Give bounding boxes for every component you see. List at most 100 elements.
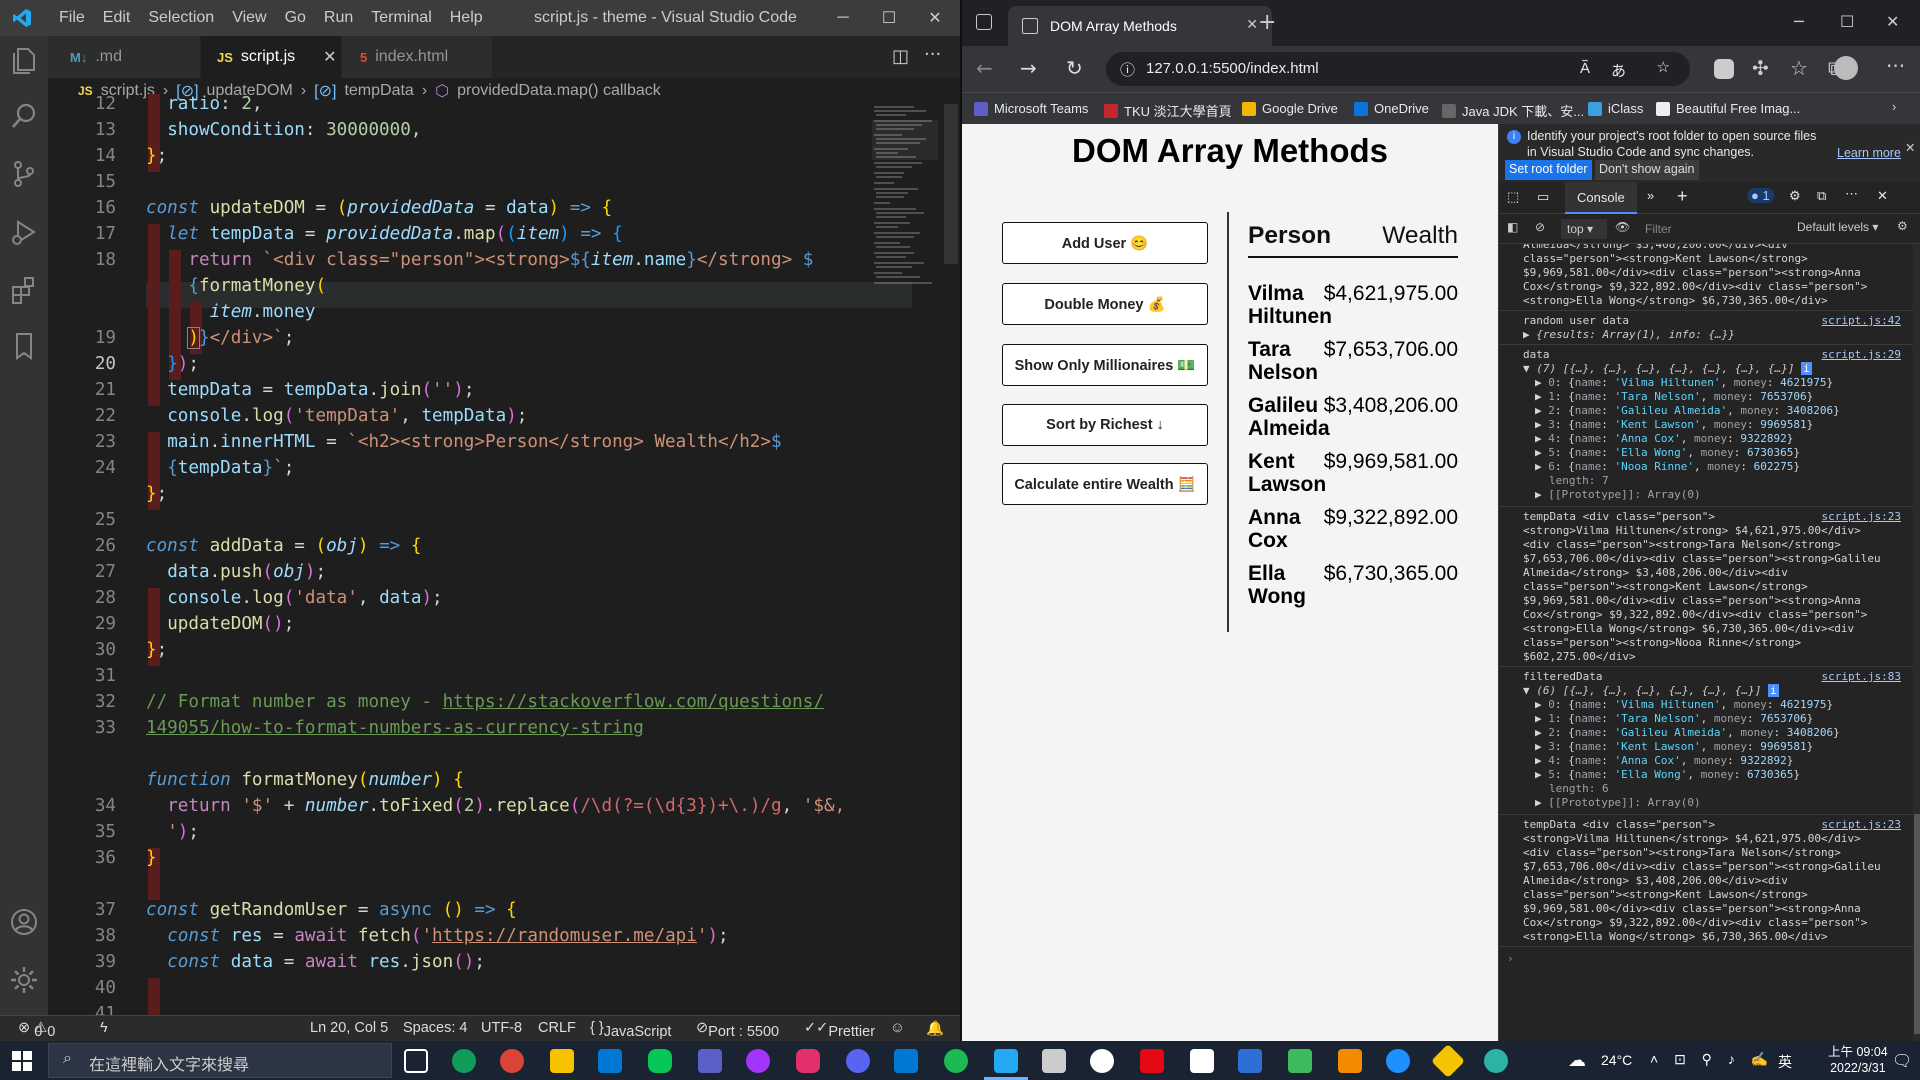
refresh-icon[interactable]: ↻ [1066, 56, 1083, 80]
tab-close-icon[interactable]: ✕ [1246, 16, 1258, 33]
netflix-icon[interactable] [1140, 1049, 1164, 1073]
vscode-taskbar-icon[interactable] [994, 1049, 1018, 1073]
tab-index-html[interactable]: 5 index.html [342, 36, 492, 78]
notifications-bell-icon[interactable]: 🔔 [926, 1020, 944, 1037]
inspect-element-icon[interactable]: ⬚ [1507, 189, 1519, 205]
extensions-puzzle-icon[interactable]: ✣ [1752, 56, 1769, 80]
menu-terminal[interactable]: Terminal [362, 9, 440, 27]
array-item[interactable]: ▶ 2: {name: 'Galileu Almeida', money: 34… [1535, 726, 1840, 741]
sidebar-toggle-icon[interactable]: ◧ [1507, 220, 1518, 234]
minimize-button[interactable]: ─ [820, 0, 866, 36]
array-item[interactable]: ▶ 2: {name: 'Galileu Almeida', money: 34… [1535, 404, 1840, 419]
calculate-wealth-button[interactable]: Calculate entire Wealth 🧮 [1002, 463, 1208, 505]
bookmark-teams[interactable]: Microsoft Teams [974, 101, 1088, 116]
bookmark-google-drive[interactable]: Google Drive [1242, 101, 1338, 116]
eol-status[interactable]: CRLF [538, 1020, 576, 1036]
source-link[interactable]: script.js:29 [1822, 348, 1901, 361]
console-array[interactable]: ▼ (7) [{…}, {…}, {…}, {…}, {…}, {…}, {…}… [1523, 362, 1812, 377]
menu-help[interactable]: Help [441, 9, 492, 27]
explorer-icon[interactable] [8, 44, 40, 76]
array-item[interactable]: ▶ 5: {name: 'Ella Wong', money: 6730365} [1535, 446, 1800, 461]
clear-console-icon[interactable]: ⊘ [1535, 220, 1545, 234]
breadcrumb-callback[interactable]: providedData.map() callback [457, 82, 661, 100]
filter-input[interactable]: Filter [1639, 219, 1789, 239]
array-item[interactable]: ▶ 0: {name: 'Vilma Hiltunen', money: 462… [1535, 698, 1833, 713]
issues-badge[interactable]: ● 1 [1747, 188, 1774, 203]
pen-app-icon[interactable] [1190, 1049, 1214, 1073]
array-item[interactable]: ▶ 1: {name: 'Tara Nelson', money: 765370… [1535, 712, 1813, 727]
add-user-button[interactable]: Add User 😊 [1002, 222, 1208, 264]
close-devtools-icon[interactable]: ✕ [1877, 188, 1888, 204]
fetch-url-link[interactable]: https://randomuser.me/api [432, 926, 697, 946]
instagram-icon[interactable] [796, 1049, 820, 1073]
bookmark-tku[interactable]: TKU 淡江大學首頁 [1104, 101, 1232, 120]
extensions-icon[interactable] [8, 274, 40, 306]
extension-icon[interactable] [1714, 59, 1734, 79]
messenger-icon[interactable] [746, 1049, 770, 1073]
read-aloud-icon[interactable]: A᷈ [1580, 60, 1590, 77]
camera-app-icon[interactable] [1042, 1049, 1066, 1073]
lightning-icon[interactable]: ϟ [100, 1020, 108, 1036]
add-tab-icon[interactable]: + [1677, 186, 1688, 207]
close-info-icon[interactable]: ✕ [1905, 140, 1915, 155]
learn-more-link[interactable]: Learn more [1837, 146, 1901, 160]
source-link[interactable]: script.js:42 [1822, 314, 1901, 327]
problems-indicator[interactable]: ⊗ 0 ⚠ 0 [18, 1020, 55, 1040]
chat-app-icon[interactable] [1288, 1049, 1312, 1073]
dont-show-again-button[interactable]: Don't show again [1595, 160, 1699, 180]
set-root-folder-button[interactable]: Set root folder [1505, 160, 1592, 180]
context-select[interactable]: top ▾ [1561, 219, 1607, 239]
translate-icon[interactable]: あ [1611, 60, 1626, 81]
windows-start-icon[interactable] [12, 1051, 32, 1071]
ms-store-icon[interactable] [598, 1049, 622, 1073]
code-editor[interactable]: 12 13 14 15 16 17 18 19 20 21 22 23 24 2… [48, 94, 912, 1030]
bookmark-beautiful-free-images[interactable]: Beautiful Free Imag... [1656, 101, 1800, 116]
menu-file[interactable]: File [50, 9, 94, 27]
array-item[interactable]: ▶ 6: {name: 'Nooa Rinne', money: 602275} [1535, 460, 1800, 475]
edge-dev-icon[interactable] [1484, 1049, 1508, 1073]
console-settings-icon[interactable]: ⚙ [1897, 219, 1908, 233]
favorite-star-icon[interactable]: ☆ [1657, 58, 1670, 76]
close-button[interactable]: ✕ [1886, 12, 1899, 31]
teams-icon[interactable] [698, 1049, 722, 1073]
array-item[interactable]: ▶ 5: {name: 'Ella Wong', money: 6730365} [1535, 768, 1800, 783]
input-method-indicator[interactable]: 英 [1778, 1052, 1792, 1072]
edge-icon[interactable] [452, 1049, 476, 1073]
array-item[interactable]: ▶ 3: {name: 'Kent Lawson', money: 996958… [1535, 418, 1813, 433]
account-icon[interactable] [8, 906, 40, 938]
bookmark-icon[interactable] [8, 330, 40, 362]
dev-app-icon[interactable] [1238, 1049, 1262, 1073]
console-prompt[interactable]: › [1507, 952, 1514, 967]
more-options-icon[interactable]: ⋯ [1845, 186, 1858, 202]
collapse-arrow-icon[interactable]: ▼ [1523, 362, 1536, 375]
feedback-icon[interactable]: ☺ [890, 1020, 905, 1036]
diamond-app-icon[interactable] [1431, 1044, 1465, 1078]
settings-gear-icon[interactable] [8, 964, 40, 996]
array-item[interactable]: ▶ 4: {name: 'Anna Cox', money: 9322892} [1535, 432, 1793, 447]
clock[interactable]: 上午 09:04 2022/3/31 [1828, 1044, 1888, 1076]
favorites-icon[interactable]: ☆ [1790, 56, 1808, 80]
sort-richest-button[interactable]: Sort by Richest ↓ [1002, 404, 1208, 446]
menu-run[interactable]: Run [315, 9, 362, 27]
language-mode[interactable]: { } JavaScript [590, 1020, 671, 1040]
tab-md[interactable]: M↓ .md [48, 36, 200, 78]
source-link[interactable]: script.js:23 [1822, 510, 1901, 523]
live-server-port[interactable]: ⊘ Port : 5500 [696, 1020, 779, 1040]
new-tab-icon[interactable]: + [1258, 10, 1276, 35]
menu-edit[interactable]: Edit [94, 9, 140, 27]
tab-close-icon[interactable]: ✕ [323, 47, 336, 67]
show-millionaires-button[interactable]: Show Only Millionaires 💵 [1002, 344, 1208, 386]
live-expression-icon[interactable]: 👁 [1615, 220, 1630, 234]
weather-cloud-icon[interactable]: ☁ [1568, 1050, 1586, 1071]
profile-avatar[interactable] [1834, 56, 1858, 80]
file-explorer-icon[interactable] [550, 1049, 574, 1073]
menu-go[interactable]: Go [276, 9, 315, 27]
chevron-right-icon[interactable]: › [1892, 99, 1896, 114]
notification-center-icon[interactable]: 🗨 [1892, 1051, 1912, 1071]
source-control-icon[interactable] [8, 158, 40, 190]
maximize-button[interactable]: ☐ [1840, 12, 1854, 31]
bookmark-java-jdk[interactable]: Java JDK 下載、安... [1442, 101, 1584, 120]
expand-arrow-icon[interactable]: ▶ [1523, 328, 1536, 341]
prettier-status[interactable]: ✓✓ Prettier [804, 1020, 875, 1040]
collapse-arrow-icon[interactable]: ▼ [1523, 684, 1536, 697]
